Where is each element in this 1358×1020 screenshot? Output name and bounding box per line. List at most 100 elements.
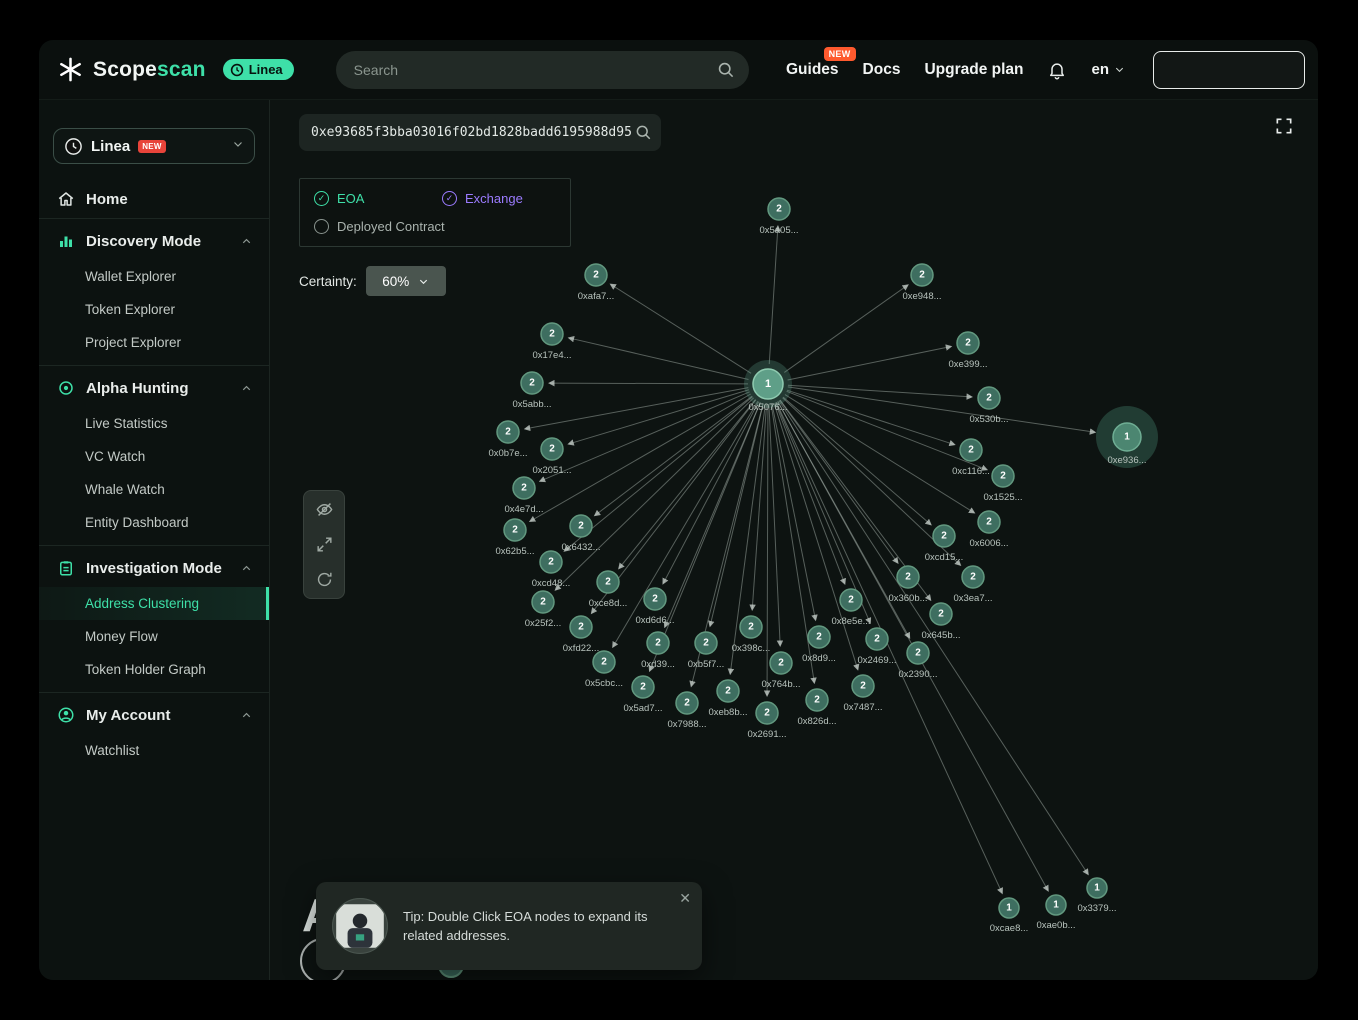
fullscreen-icon[interactable]: [1272, 115, 1296, 139]
sidebar: Linea NEW Home Discovery ModeWallet Expl…: [39, 100, 270, 980]
network-selector[interactable]: Linea NEW: [53, 128, 255, 164]
graph-node-0x5abb[interactable]: 20x5abb...: [512, 372, 551, 410]
graph-node-0x5cbc[interactable]: 20x5cbc...: [585, 651, 623, 689]
sidebar-item-watchlist[interactable]: Watchlist: [39, 734, 269, 767]
graph-node-0x5ad7[interactable]: 20x5ad7...: [623, 676, 662, 714]
address-input[interactable]: [299, 125, 661, 140]
graph-node-0xcae8[interactable]: 10xcae8...: [990, 898, 1029, 934]
graph-node-0x7487[interactable]: 20x7487...: [843, 675, 882, 713]
graph-node-0x2691[interactable]: 20x2691...: [747, 702, 786, 740]
fit-view-expand-icon[interactable]: [315, 535, 334, 554]
new-badge: NEW: [138, 140, 166, 153]
graph-node-0xd39[interactable]: 20xd39...: [641, 632, 675, 670]
sidebar-item-vc-watch[interactable]: VC Watch: [39, 440, 269, 473]
notifications-bell-icon[interactable]: [1047, 60, 1067, 80]
graph-node-0x2469[interactable]: 20x2469...: [857, 628, 896, 666]
user-icon: [57, 706, 75, 724]
global-search[interactable]: [336, 51, 749, 89]
certainty-value: 60%: [382, 274, 409, 289]
sidebar-item-token-explorer[interactable]: Token Explorer: [39, 293, 269, 326]
svg-text:0x5abb...: 0x5abb...: [512, 399, 551, 410]
close-icon[interactable]: ✕: [679, 891, 691, 905]
svg-text:0xb5f7...: 0xb5f7...: [688, 659, 724, 670]
graph-node-0x6432[interactable]: 20x6432...: [561, 515, 600, 553]
graph-node-0xeb8b[interactable]: 20xeb8b...: [708, 680, 747, 718]
wallet-connect-button[interactable]: [1153, 51, 1305, 89]
sidebar-section-header-discovery-mode[interactable]: Discovery Mode: [39, 221, 269, 260]
graph-node-0xe936[interactable]: 10xe936...: [1096, 406, 1158, 468]
graph-node-0x3ea7[interactable]: 20x3ea7...: [953, 566, 992, 604]
graph-node-0x25f2[interactable]: 20x25f2...: [525, 591, 561, 629]
graph-edge: [569, 390, 749, 444]
graph-node-0x2390[interactable]: 20x2390...: [898, 642, 937, 680]
graph-edge: [570, 338, 749, 379]
linea-logo-icon: [230, 63, 244, 77]
graph-node-0x530b[interactable]: 20x530b...: [969, 387, 1008, 425]
brand[interactable]: Scopescan Linea: [57, 56, 294, 83]
sidebar-section-header-investigation-mode[interactable]: Investigation Mode: [39, 548, 269, 587]
svg-text:1: 1: [1124, 432, 1130, 443]
graph-node-0x0b7e[interactable]: 20x0b7e...: [488, 421, 527, 459]
legend-item-eoa[interactable]: ✓EOA: [314, 191, 442, 206]
graph-node-0xae0b[interactable]: 10xae0b...: [1036, 895, 1075, 931]
legend-item-exchange[interactable]: ✓Exchange: [442, 191, 556, 206]
graph-node-0xe948[interactable]: 20xe948...: [902, 264, 941, 302]
graph-node-0xb5f7[interactable]: 20xb5f7...: [688, 632, 724, 670]
nav-guides[interactable]: NEW Guides: [786, 61, 839, 79]
tip-tooltip: Tip: Double Click EOA nodes to expand it…: [316, 882, 702, 970]
svg-text:2: 2: [1000, 471, 1006, 482]
graph-node-0x5a05[interactable]: 20x5a05...: [759, 198, 798, 236]
graph-node-0xcd48[interactable]: 20xcd48...: [532, 551, 571, 589]
graph-node-0xafa7[interactable]: 20xafa7...: [578, 264, 614, 302]
sidebar-section-header-my-account[interactable]: My Account: [39, 695, 269, 734]
nav-upgrade-label: Upgrade plan: [924, 61, 1023, 78]
graph-node-0xce8d[interactable]: 20xce8d...: [589, 571, 628, 609]
sidebar-item-address-clustering[interactable]: Address Clustering: [39, 587, 269, 620]
graph-node-0x645b[interactable]: 20x645b...: [921, 603, 960, 641]
graph-node-0xcd15[interactable]: 20xcd15...: [925, 525, 964, 563]
legend-item-deployed-contract[interactable]: Deployed Contract: [314, 219, 556, 234]
sidebar-item-entity-dashboard[interactable]: Entity Dashboard: [39, 506, 269, 539]
legend-items: ✓EOA✓Exchange Deployed Contract: [314, 191, 556, 234]
graph-node-0x5076[interactable]: 10x5076...: [744, 360, 792, 413]
graph-canvas-area[interactable]: 10x5076... 10xe936... 20x5a05... 20xafa7...…: [270, 100, 1318, 980]
sidebar-section-header-alpha-hunting[interactable]: Alpha Hunting: [39, 368, 269, 407]
svg-text:0x5cbc...: 0x5cbc...: [585, 678, 623, 689]
hide-labels-eye-off-icon[interactable]: [315, 500, 334, 519]
certainty-select[interactable]: 60%: [366, 266, 446, 296]
node-type-legend: ✓EOA✓Exchange Deployed Contract: [299, 178, 571, 247]
graph-node-0x62b5[interactable]: 20x62b5...: [495, 519, 534, 557]
sidebar-item-project-explorer[interactable]: Project Explorer: [39, 326, 269, 359]
refresh-icon[interactable]: [315, 570, 334, 589]
graph-node-0x360b[interactable]: 20x360b...: [888, 566, 927, 604]
graph-node-0xfd22[interactable]: 20xfd22...: [563, 616, 599, 654]
graph-node-0x826d[interactable]: 20x826d...: [797, 689, 836, 727]
svg-text:2: 2: [814, 695, 820, 706]
sidebar-item-wallet-explorer[interactable]: Wallet Explorer: [39, 260, 269, 293]
nav-upgrade-plan[interactable]: Upgrade plan: [924, 61, 1023, 79]
graph-node-0x17e4[interactable]: 20x17e4...: [532, 323, 571, 361]
graph-node-0x3379[interactable]: 10x3379...: [1077, 878, 1116, 914]
graph-node-0x7988[interactable]: 20x7988...: [667, 692, 706, 730]
svg-text:0xeb8b...: 0xeb8b...: [708, 707, 747, 718]
chain-badge-linea[interactable]: Linea: [223, 59, 294, 80]
graph-node-0xe399[interactable]: 20xe399...: [948, 332, 987, 370]
scopescan-logo-icon: [57, 56, 84, 83]
sidebar-item-whale-watch[interactable]: Whale Watch: [39, 473, 269, 506]
graph-node-0x8d9[interactable]: 20x8d9...: [802, 626, 836, 664]
svg-text:2: 2: [548, 557, 554, 568]
graph-node-0xd6d6[interactable]: 20xd6d6...: [635, 588, 674, 626]
graph-node-0x2051[interactable]: 20x2051...: [532, 438, 571, 476]
nav-docs[interactable]: Docs: [863, 61, 901, 79]
sidebar-item-money-flow[interactable]: Money Flow: [39, 620, 269, 653]
sidebar-item-live-statistics[interactable]: Live Statistics: [39, 407, 269, 440]
language-selector[interactable]: en: [1091, 61, 1125, 78]
sidebar-item-token-holder-graph[interactable]: Token Holder Graph: [39, 653, 269, 686]
graph-node-0x6006[interactable]: 20x6006...: [969, 511, 1008, 549]
graph-node-0x4e7d[interactable]: 20x4e7d...: [504, 477, 543, 515]
svg-text:2: 2: [874, 634, 880, 645]
tip-text: Tip: Double Click EOA nodes to expand it…: [403, 907, 672, 946]
sidebar-item-home[interactable]: Home: [39, 180, 269, 218]
global-search-input[interactable]: [354, 62, 716, 78]
sidebar-section-alpha-hunting: Alpha HuntingLive StatisticsVC WatchWhal…: [39, 365, 269, 545]
